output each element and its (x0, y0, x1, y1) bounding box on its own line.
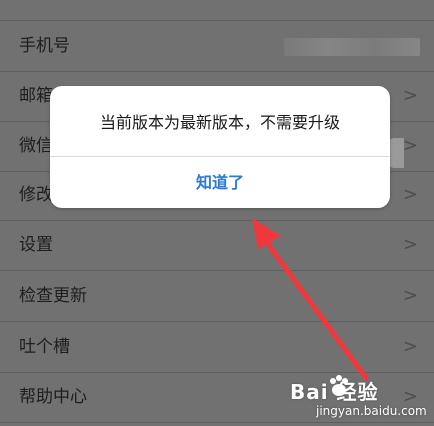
paw-logo-icon (330, 375, 348, 396)
arrow-shaft (259, 233, 369, 381)
baidu-watermark: Bai 经验 jingyan.baidu.com (290, 375, 430, 424)
annotation-arrow (252, 218, 369, 381)
watermark-url: jingyan.baidu.com (316, 404, 427, 418)
